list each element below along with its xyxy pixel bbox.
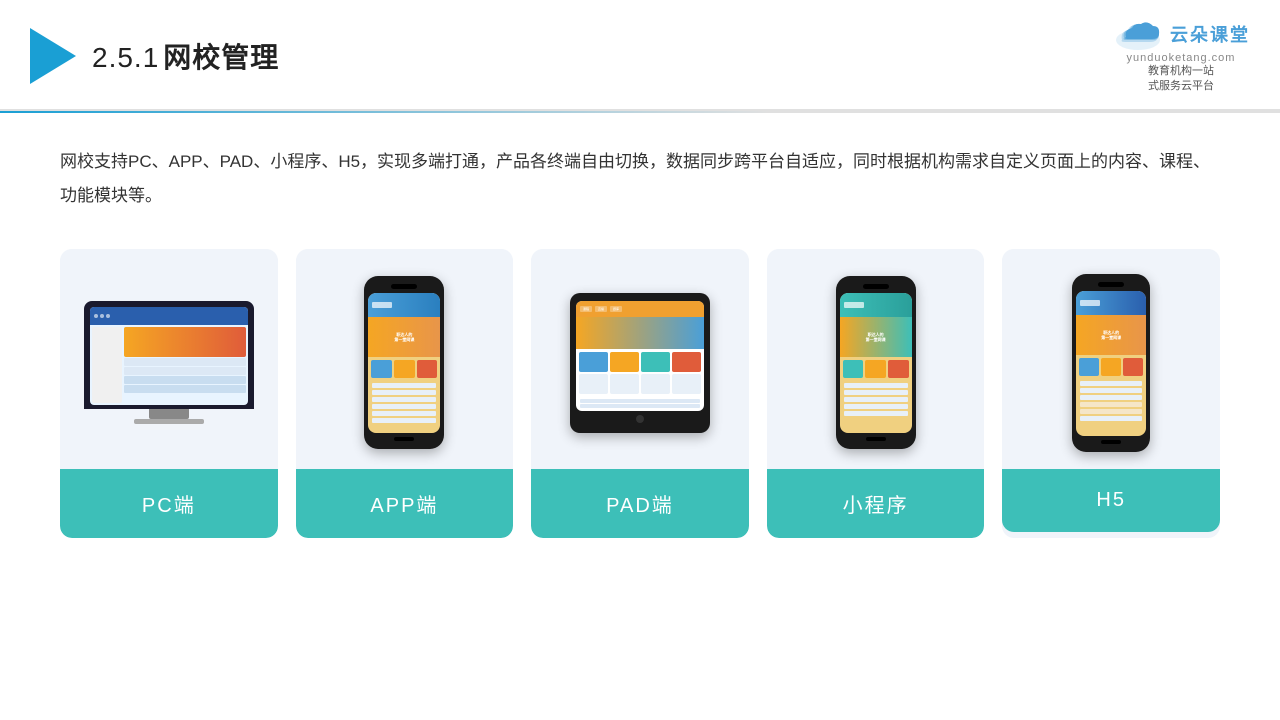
card-app-image: 职达人的第一堂网课 <box>296 249 514 469</box>
logo-url: yunduoketang.com <box>1127 52 1236 64</box>
brand-triangle-icon <box>30 28 76 84</box>
brand-logo: 云朵课堂 yunduoketang.com 教育机构一站 式服务云平台 <box>1112 18 1250 95</box>
card-mini: 职达人的第一堂网课 <box>767 249 985 538</box>
mini-device-mockup: 职达人的第一堂网课 <box>836 276 916 449</box>
pc-device-mockup <box>84 301 254 424</box>
card-pad-image: 课程 直播 题库 <box>531 249 749 469</box>
card-pc-image <box>60 249 278 469</box>
card-pc: PC端 <box>60 249 278 538</box>
device-cards-container: PC端 职达人的第一堂网课 <box>60 249 1220 538</box>
main-content: 网校支持PC、APP、PAD、小程序、H5，实现多端打通，产品各终端自由切换，数… <box>0 113 1280 558</box>
pad-device-mockup: 课程 直播 题库 <box>570 293 710 433</box>
cloud-icon <box>1112 18 1164 50</box>
card-mini-image: 职达人的第一堂网课 <box>767 249 985 469</box>
card-pc-label: PC端 <box>60 469 278 538</box>
logo-text: 云朵课堂 <box>1170 21 1250 47</box>
page-title: 2.5.1网校管理 <box>92 36 279 76</box>
app-device-mockup: 职达人的第一堂网课 <box>364 276 444 449</box>
card-h5-image: 职达人的第一堂网课 <box>1002 249 1220 469</box>
card-h5: 职达人的第一堂网课 <box>1002 249 1220 538</box>
cloud-logo-group: 云朵课堂 <box>1112 18 1250 50</box>
logo-tagline: 教育机构一站 式服务云平台 <box>1148 64 1214 95</box>
header-left: 2.5.1网校管理 <box>30 28 279 84</box>
description-text: 网校支持PC、APP、PAD、小程序、H5，实现多端打通，产品各终端自由切换，数… <box>60 145 1220 213</box>
h5-device-mockup: 职达人的第一堂网课 <box>1072 274 1150 452</box>
card-mini-label: 小程序 <box>767 469 985 538</box>
card-pad-label: PAD端 <box>531 469 749 538</box>
card-app-label: APP端 <box>296 469 514 538</box>
page-header: 2.5.1网校管理 云朵课堂 yunduoketang.com 教育机构一站 式… <box>0 0 1280 111</box>
card-pad: 课程 直播 题库 <box>531 249 749 538</box>
card-h5-label: H5 <box>1002 469 1220 532</box>
card-app: 职达人的第一堂网课 <box>296 249 514 538</box>
